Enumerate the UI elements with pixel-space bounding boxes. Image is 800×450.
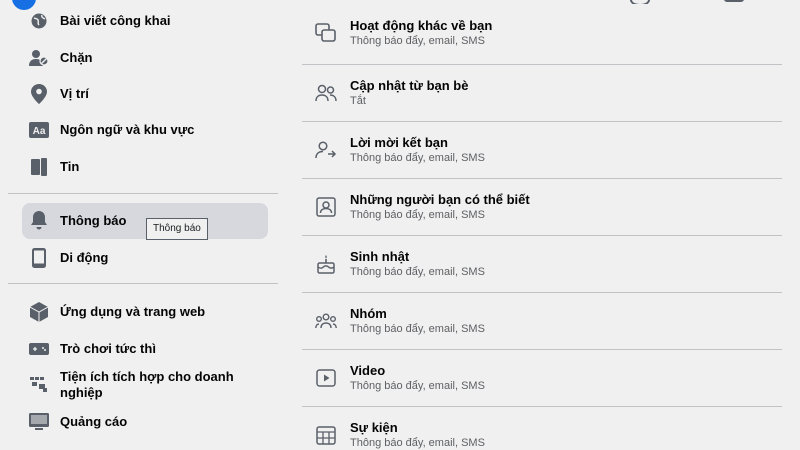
sidebar-item-location[interactable]: Vị trí xyxy=(22,82,268,106)
row-subtitle: Tắt xyxy=(350,95,366,107)
sidebar-item-label: Ngôn ngữ và khu vực xyxy=(60,122,195,137)
sidebar-item-label: Chặn xyxy=(60,50,93,65)
row-subtitle: Thông báo đẩy, email, SMS xyxy=(350,266,485,278)
sidebar-item-label: Tiện ích tích hợp cho doanh nghiệp xyxy=(60,369,234,400)
top-nav-icon[interactable] xyxy=(724,0,744,2)
row-subtitle: Thông báo đẩy, email, SMS xyxy=(350,437,485,449)
sidebar-item-label: Tin xyxy=(60,159,80,174)
person-card-icon xyxy=(314,195,338,219)
sidebar-item-notifications[interactable]: Thông báo xyxy=(22,203,268,239)
row-title: Cập nhật từ bạn bè xyxy=(350,78,469,93)
notification-row-friend-updates[interactable]: Cập nhật từ bạn bè Tắt xyxy=(302,64,782,121)
sidebar-divider xyxy=(8,193,278,194)
sidebar-item-blocking[interactable]: Chặn xyxy=(22,46,268,70)
row-title: Video xyxy=(350,363,386,378)
phone-icon xyxy=(28,247,50,269)
block-user-icon xyxy=(28,47,50,69)
sidebar-item-business-integrations[interactable]: Tiện ích tích hợp cho doanh nghiệp xyxy=(22,369,268,403)
sidebar-item-label: Ứng dụng và trang web xyxy=(60,304,206,319)
svg-text:Aa: Aa xyxy=(33,126,46,137)
sidebar-item-label: Trò chơi tức thì xyxy=(60,341,156,356)
row-subtitle: Thông báo đẩy, email, SMS xyxy=(350,209,485,221)
sidebar-item-apps-websites[interactable]: Ứng dụng và trang web xyxy=(22,300,268,324)
location-pin-icon xyxy=(28,83,50,105)
tooltip: Thông báo xyxy=(146,218,208,240)
notification-row-events[interactable]: Sự kiện Thông báo đẩy, email, SMS xyxy=(302,406,782,450)
add-friend-icon xyxy=(314,138,338,162)
sidebar-item-label: Bài viết công khai xyxy=(60,13,171,28)
sidebar-item-stories[interactable]: Tin xyxy=(22,155,268,179)
row-title: Những người bạn có thể biết xyxy=(350,192,530,207)
row-title: Lời mời kết bạn xyxy=(350,135,448,150)
notification-row-people-you-may-know[interactable]: Những người bạn có thể biết Thông báo đẩ… xyxy=(302,178,782,235)
gamepad-icon xyxy=(28,338,50,360)
facebook-logo-icon[interactable] xyxy=(12,0,36,10)
notification-row-video[interactable]: Video Thông báo đẩy, email, SMS xyxy=(302,349,782,406)
notification-settings-list: Hoạt động khác về bạn Thông báo đẩy, ema… xyxy=(284,0,800,450)
cube-icon xyxy=(28,301,50,323)
sidebar-item-label: Quảng cáo xyxy=(60,414,128,429)
row-subtitle: Thông báo đẩy, email, SMS xyxy=(350,380,485,392)
sidebar-item-mobile[interactable]: Di động xyxy=(22,246,268,270)
language-icon: Aa xyxy=(28,119,50,141)
settings-sidebar: Bài viết công khai Chặn Vị trí Aa Ngôn n… xyxy=(0,0,284,450)
sidebar-divider xyxy=(8,283,278,284)
row-subtitle: Thông báo đẩy, email, SMS xyxy=(350,152,485,164)
video-icon xyxy=(314,366,338,390)
row-subtitle: Thông báo đẩy, email, SMS xyxy=(350,35,485,47)
friends-icon xyxy=(314,81,338,105)
bell-icon xyxy=(28,210,50,232)
sidebar-item-instant-games[interactable]: Trò chơi tức thì xyxy=(22,337,268,361)
sidebar-item-language[interactable]: Aa Ngôn ngữ và khu vực xyxy=(22,118,268,142)
notification-row-other-activity[interactable]: Hoạt động khác về bạn Thông báo đẩy, ema… xyxy=(302,4,782,61)
calendar-icon xyxy=(314,423,338,447)
sidebar-item-label: Vị trí xyxy=(60,86,89,101)
groups-icon xyxy=(314,309,338,333)
row-subtitle: Thông báo đẩy, email, SMS xyxy=(350,323,485,335)
notification-row-friend-requests[interactable]: Lời mời kết bạn Thông báo đẩy, email, SM… xyxy=(302,121,782,178)
birthday-cake-icon xyxy=(314,252,338,276)
book-icon xyxy=(28,156,50,178)
sidebar-item-label: Thông báo xyxy=(60,213,127,228)
notification-row-groups[interactable]: Nhóm Thông báo đẩy, email, SMS xyxy=(302,292,782,349)
row-title: Nhóm xyxy=(350,306,387,321)
row-title: Sự kiện xyxy=(350,420,398,435)
notification-row-birthdays[interactable]: Sinh nhật Thông báo đẩy, email, SMS xyxy=(302,235,782,292)
sidebar-item-label: Di động xyxy=(60,250,109,265)
globe-icon xyxy=(28,10,50,32)
overlapping-squares-icon xyxy=(314,21,338,45)
row-title: Hoạt động khác về bạn xyxy=(350,18,493,33)
sidebar-item-public-posts[interactable]: Bài viết công khai xyxy=(22,10,268,32)
puzzle-icon xyxy=(28,373,50,395)
row-title: Sinh nhật xyxy=(350,249,410,264)
monitor-icon xyxy=(28,411,50,433)
sidebar-item-ads[interactable]: Quảng cáo xyxy=(22,410,268,434)
